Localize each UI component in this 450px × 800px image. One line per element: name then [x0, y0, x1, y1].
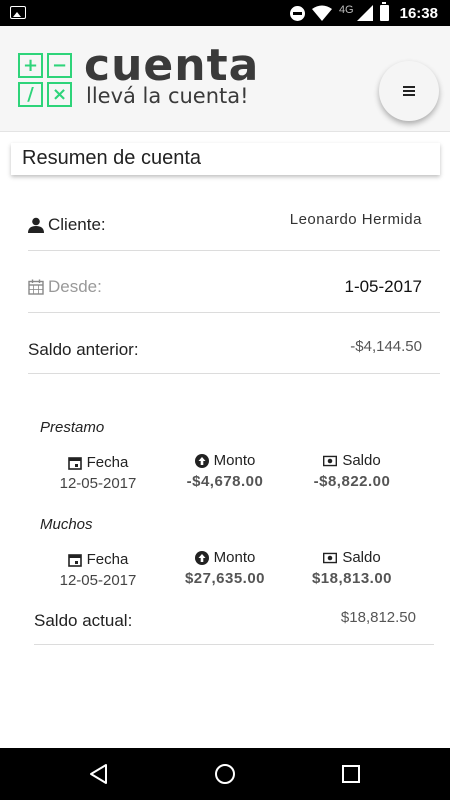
fecha-label: Fecha [86, 551, 129, 568]
movimiento-fecha: Fecha 12-05-2017 [33, 454, 163, 492]
calendar-icon [67, 553, 82, 567]
fecha-value: 12-05-2017 [59, 572, 137, 589]
logo-grid-icon: + − / × [18, 53, 72, 107]
monto-label: Monto [213, 549, 256, 566]
battery-icon [379, 2, 389, 21]
person-icon [28, 217, 44, 233]
minus-icon: − [47, 53, 72, 78]
section-header: Resumen de cuenta [11, 143, 440, 175]
movimiento-title: Prestamo [40, 419, 105, 436]
logo-tagline: llevá la cuenta! [86, 84, 249, 108]
home-icon[interactable] [212, 762, 238, 786]
monto-label: Monto [213, 452, 256, 469]
saldo-label: Saldo [342, 452, 381, 469]
cliente-value: Leonardo Hermida [289, 211, 422, 228]
image-notification-icon [10, 6, 26, 19]
signal-icon [356, 5, 373, 21]
calendar-icon [28, 279, 44, 295]
multiply-icon: × [47, 82, 72, 107]
saldo-actual-row: Saldo actual: $18,812.50 [34, 599, 434, 645]
cliente-label: Cliente: [48, 215, 106, 234]
saldo-actual-label: Saldo actual: [34, 611, 133, 630]
section-title: Resumen de cuenta [22, 147, 202, 169]
fecha-label: Fecha [86, 454, 129, 471]
navigation-bar [0, 748, 450, 800]
movimiento-title: Muchos [40, 516, 93, 533]
movimiento-monto: Monto -$4,678.00 [160, 452, 290, 490]
calendar-icon [67, 456, 82, 470]
clock: 16:38 [399, 4, 438, 22]
monto-value: -$4,678.00 [186, 473, 264, 490]
hamburger-icon [403, 86, 415, 96]
saldo-actual-value: $18,812.50 [340, 609, 416, 626]
network-type: 4G [338, 4, 354, 16]
monto-value: $27,635.00 [184, 570, 266, 587]
saldo-anterior-label: Saldo anterior: [28, 340, 139, 359]
divide-icon: / [18, 82, 43, 107]
movimiento-saldo: Saldo $18,813.00 [287, 549, 417, 587]
arrow-up-circle-icon [194, 550, 209, 565]
recents-icon[interactable] [338, 762, 364, 786]
do-not-disturb-icon [289, 5, 305, 21]
cliente-row: Cliente: Leonardo Hermida [28, 190, 440, 251]
movimiento-monto: Monto $27,635.00 [160, 549, 290, 587]
status-bar: 4G 16:38 [0, 0, 450, 26]
movimiento-fecha: Fecha 12-05-2017 [33, 551, 163, 589]
saldo-value: -$8,822.00 [313, 473, 391, 490]
wifi-icon [311, 5, 332, 21]
desde-row[interactable]: Desde: 1-05-2017 [28, 251, 440, 313]
system-icons: 4G 16:38 [289, 0, 450, 26]
plus-icon: + [18, 53, 43, 78]
desde-date-value[interactable]: 1-05-2017 [344, 277, 422, 297]
saldo-anterior-row: Saldo anterior: -$4,144.50 [28, 313, 440, 374]
desde-label: Desde: [48, 277, 102, 296]
fecha-value: 12-05-2017 [59, 475, 137, 492]
menu-button[interactable] [379, 61, 439, 121]
money-bill-icon [323, 455, 338, 466]
saldo-anterior-value: -$4,144.50 [350, 338, 422, 355]
saldo-value: $18,813.00 [311, 570, 393, 587]
saldo-label: Saldo [342, 549, 381, 566]
app-logo: + − / × cuenta llevá la cuenta! [18, 40, 258, 108]
back-icon[interactable] [86, 762, 112, 786]
movimiento-saldo: Saldo -$8,822.00 [287, 452, 417, 490]
money-bill-icon [323, 552, 338, 563]
arrow-up-circle-icon [194, 453, 209, 468]
